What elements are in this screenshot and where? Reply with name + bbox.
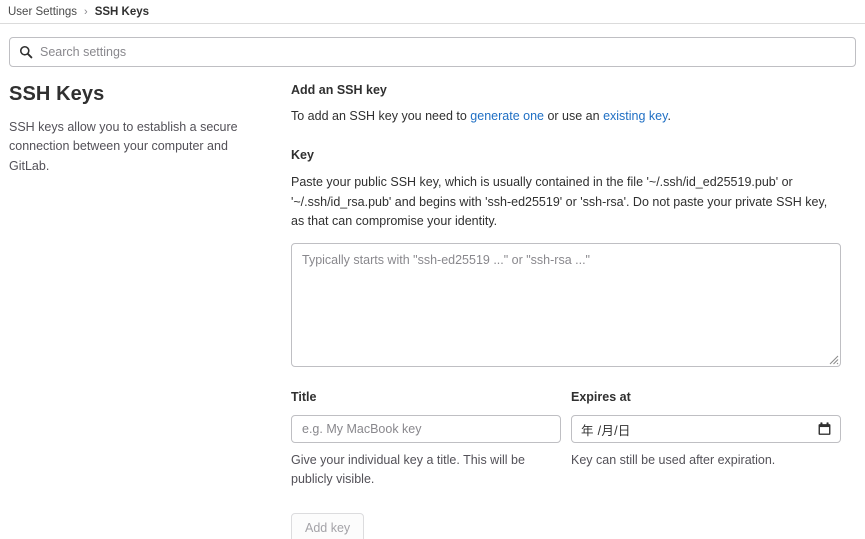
add-key-button[interactable]: Add key xyxy=(291,512,365,539)
intro-text-middle: or use an xyxy=(543,109,604,123)
breadcrumb-separator-icon: › xyxy=(84,5,88,18)
search-input[interactable] xyxy=(40,45,846,59)
title-field-help: Give your individual key a title. This w… xyxy=(291,453,525,487)
key-field-label: Key xyxy=(291,147,314,162)
existing-key-link[interactable]: existing key xyxy=(603,109,667,123)
section-title: Add an SSH key xyxy=(291,83,387,97)
key-textarea-wrapper xyxy=(291,243,841,367)
breadcrumb-item-ssh-keys: SSH Keys xyxy=(94,5,150,18)
search-settings-container xyxy=(0,24,865,67)
key-textarea[interactable] xyxy=(291,243,841,367)
intro-text-after: . xyxy=(667,109,671,123)
title-field-label: Title xyxy=(291,390,317,404)
expires-date-input[interactable]: 年 /月/日 xyxy=(571,415,841,443)
intro-text-before: To add an SSH key you need to xyxy=(291,109,471,123)
generate-one-link[interactable]: generate one xyxy=(470,109,544,123)
calendar-icon[interactable] xyxy=(818,422,831,436)
expires-field-group: Expires at 年 /月/日 Key can still be used … xyxy=(571,390,841,490)
breadcrumb: User Settings › SSH Keys xyxy=(0,0,865,23)
expires-field-help: Key can still be used after expiration. xyxy=(571,453,776,467)
key-field-description: Paste your public SSH key, which is usua… xyxy=(291,174,828,229)
title-field-group: Title Give your individual key a title. … xyxy=(291,390,561,490)
page-description: SSH keys allow you to establish a secure… xyxy=(9,120,238,173)
expires-field-label: Expires at xyxy=(571,390,631,404)
breadcrumb-item-user-settings[interactable]: User Settings xyxy=(8,6,77,18)
settings-content: SSH Keys SSH keys allow you to establish… xyxy=(0,67,865,539)
section-intro: To add an SSH key you need to generate o… xyxy=(291,107,856,126)
title-input[interactable] xyxy=(291,415,561,443)
search-icon xyxy=(19,45,33,59)
page-title: SSH Keys xyxy=(9,83,105,105)
add-ssh-key-form: Add an SSH key To add an SSH key you nee… xyxy=(283,83,856,539)
title-expires-row: Title Give your individual key a title. … xyxy=(291,390,856,490)
search-settings-box[interactable] xyxy=(9,37,856,67)
settings-sidebar-description: SSH Keys SSH keys allow you to establish… xyxy=(9,83,283,176)
expires-date-placeholder: 年 /月/日 xyxy=(581,423,631,438)
